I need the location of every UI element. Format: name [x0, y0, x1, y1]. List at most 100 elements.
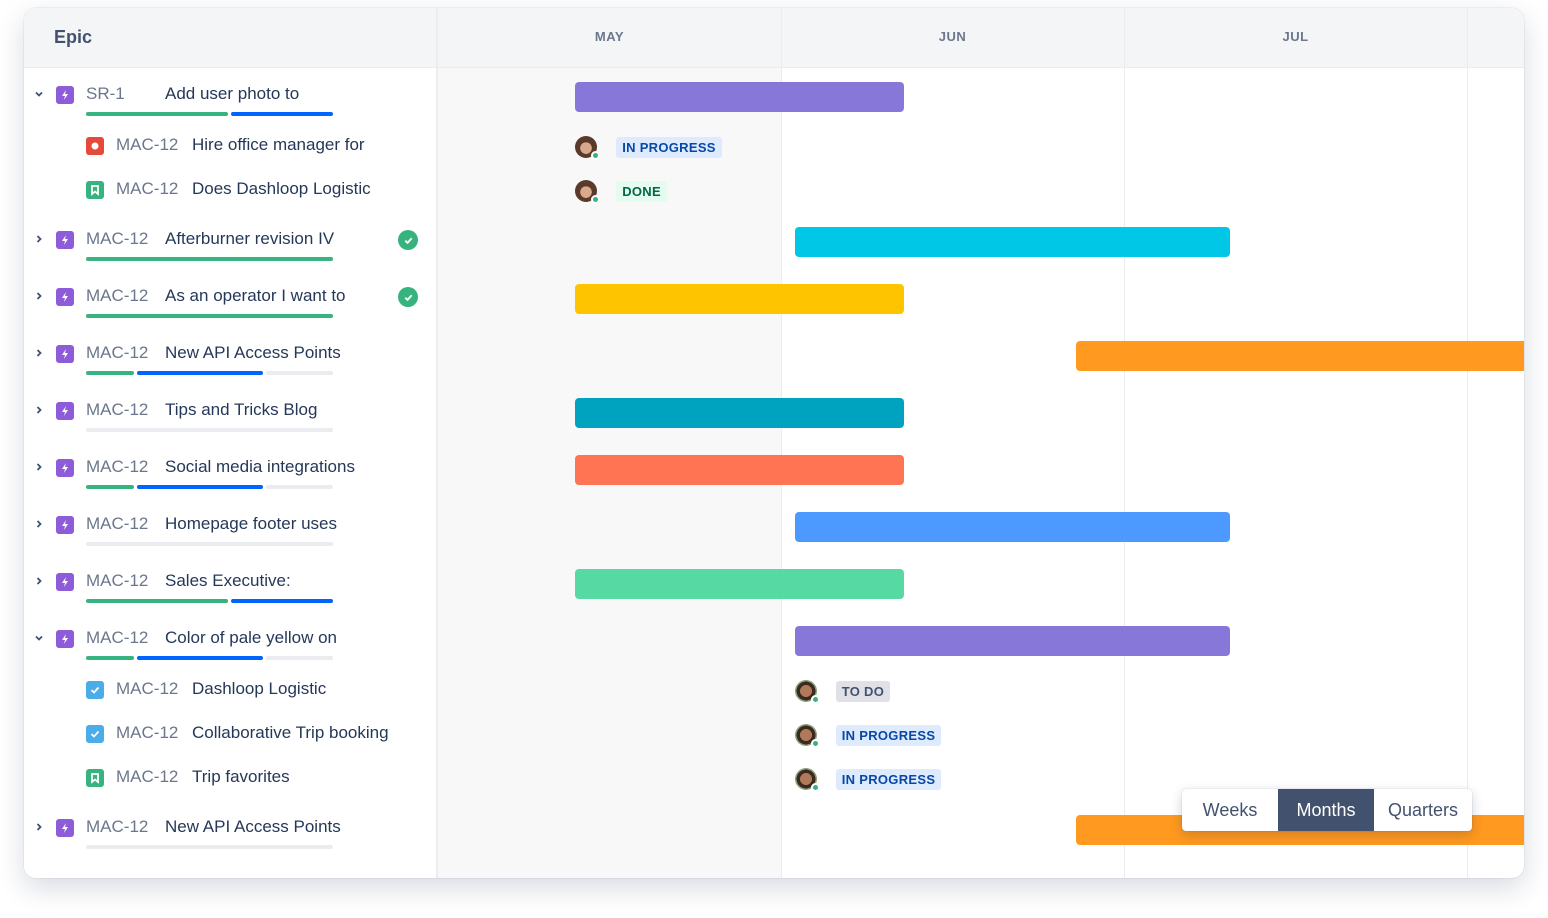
epic-row[interactable]: MAC-12 Sales Executive:	[24, 555, 438, 612]
epic-row[interactable]: MAC-12 Homepage footer uses	[24, 498, 438, 555]
epic-row[interactable]: MAC-12 Social media integrations	[24, 441, 438, 498]
view-option-weeks[interactable]: Weeks	[1182, 789, 1278, 831]
epic-icon	[56, 345, 74, 363]
epic-row[interactable]: SR-1 Add user photo to	[24, 68, 438, 125]
epic-row[interactable]: MAC-12 Afterburner revision IV	[24, 213, 438, 270]
epic-timeline-bar[interactable]	[794, 626, 1231, 656]
progress-done-segment	[86, 112, 228, 116]
progress-bar	[86, 542, 333, 546]
roadmap-card: MAY JUN JUL IN PROGRESS DONE TO DO IN PROGRES…	[24, 8, 1524, 878]
progress-inprogress-segment	[137, 371, 263, 375]
epic-row[interactable]: MAC-12 New API Access Points	[24, 327, 438, 384]
epic-row[interactable]: MAC-12 Tips and Tricks Blog	[24, 384, 438, 441]
issue-key[interactable]: MAC-12	[116, 723, 178, 743]
progress-todo-segment	[265, 656, 333, 660]
progress-inprogress-segment	[230, 112, 333, 116]
chevron-right-icon[interactable]	[32, 289, 46, 303]
issue-key[interactable]: MAC-12	[116, 679, 178, 699]
issue-title[interactable]: Hire office manager for	[192, 135, 365, 155]
issue-key[interactable]: SR-1	[86, 84, 125, 104]
progress-todo-segment	[265, 485, 333, 489]
issue-key[interactable]: MAC-12	[86, 457, 148, 477]
story-icon	[86, 181, 104, 199]
epic-timeline-bar[interactable]	[575, 284, 905, 314]
chevron-right-icon[interactable]	[32, 346, 46, 360]
progress-bar	[86, 599, 333, 603]
assignee-status: IN PROGRESS	[575, 136, 722, 160]
epic-row[interactable]: MAC-12 Color of pale yellow on	[24, 612, 438, 669]
issue-title[interactable]: Does Dashloop Logistic	[192, 179, 371, 199]
status-lozenge: DONE	[616, 180, 667, 202]
chevron-down-icon[interactable]	[32, 631, 46, 645]
issue-key[interactable]: MAC-12	[86, 400, 148, 420]
issue-row[interactable]: MAC-12 Collaborative Trip booking	[24, 713, 438, 757]
avatar[interactable]	[794, 768, 820, 792]
chevron-right-icon[interactable]	[32, 517, 46, 531]
epic-timeline-bar[interactable]	[575, 455, 905, 485]
issue-title[interactable]: Sales Executive:	[165, 571, 291, 591]
avatar[interactable]	[794, 680, 820, 704]
issue-title[interactable]: Dashloop Logistic	[192, 679, 326, 699]
avatar[interactable]	[794, 724, 820, 748]
issue-title[interactable]: New API Access Points	[165, 817, 341, 837]
avatar[interactable]	[575, 180, 601, 204]
progress-inprogress-segment	[137, 485, 263, 489]
epic-timeline-bar[interactable]	[1075, 341, 1524, 371]
issue-key[interactable]: MAC-12	[116, 767, 178, 787]
progress-bar	[86, 485, 333, 489]
chevron-right-icon[interactable]	[32, 460, 46, 474]
epic-timeline-bar[interactable]	[575, 398, 905, 428]
epic-timeline-bar[interactable]	[575, 82, 905, 112]
chevron-right-icon[interactable]	[32, 403, 46, 417]
view-switcher: Weeks Months Quarters	[1182, 789, 1472, 831]
view-option-months[interactable]: Months	[1278, 789, 1374, 831]
progress-bar	[86, 112, 333, 116]
assignee-status: IN PROGRESS	[794, 768, 942, 792]
issue-title[interactable]: Tips and Tricks Blog	[165, 400, 317, 420]
epic-timeline-bar[interactable]	[575, 569, 905, 599]
chevron-right-icon[interactable]	[32, 820, 46, 834]
issue-row[interactable]: MAC-12 Does Dashloop Logistic	[24, 169, 438, 213]
issue-title[interactable]: As an operator I want to	[165, 286, 346, 306]
epic-timeline-bar[interactable]	[794, 227, 1231, 257]
chevron-down-icon[interactable]	[32, 87, 46, 101]
progress-bar	[86, 656, 333, 660]
issue-key[interactable]: MAC-12	[86, 628, 148, 648]
issue-title[interactable]: Add user photo to	[165, 84, 299, 104]
issue-key[interactable]: MAC-12	[86, 343, 148, 363]
issue-title[interactable]: Color of pale yellow on	[165, 628, 337, 648]
progress-done-segment	[86, 371, 135, 375]
issue-title[interactable]: New API Access Points	[165, 343, 341, 363]
issue-key[interactable]: MAC-12	[86, 229, 148, 249]
issue-key[interactable]: MAC-12	[86, 514, 148, 534]
progress-done-segment	[86, 257, 333, 261]
issue-title[interactable]: Homepage footer uses	[165, 514, 337, 534]
issue-key[interactable]: MAC-12	[86, 286, 148, 306]
issue-title[interactable]: Social media integrations	[165, 457, 355, 477]
issue-key[interactable]: MAC-12	[86, 817, 148, 837]
epic-icon	[56, 402, 74, 420]
issue-row[interactable]: MAC-12 Hire office manager for	[24, 125, 438, 169]
issue-key[interactable]: MAC-12	[116, 179, 178, 199]
progress-done-segment	[86, 485, 135, 489]
issue-title[interactable]: Trip favorites	[192, 767, 290, 787]
progress-todo-segment	[265, 371, 333, 375]
epic-column-header: Epic	[24, 8, 436, 68]
issue-key[interactable]: MAC-12	[116, 135, 178, 155]
progress-bar	[86, 257, 333, 261]
view-option-quarters[interactable]: Quarters	[1374, 789, 1472, 831]
assignee-status: IN PROGRESS	[794, 724, 942, 748]
chevron-right-icon[interactable]	[32, 574, 46, 588]
chevron-right-icon[interactable]	[32, 232, 46, 246]
avatar[interactable]	[575, 136, 601, 160]
epic-row[interactable]: MAC-12 As an operator I want to	[24, 270, 438, 327]
epic-icon	[56, 288, 74, 306]
issue-row[interactable]: MAC-12 Trip favorites	[24, 757, 438, 801]
issue-title[interactable]: Afterburner revision IV	[165, 229, 334, 249]
issue-row[interactable]: MAC-12 Dashloop Logistic	[24, 669, 438, 713]
epic-timeline-bar[interactable]	[794, 512, 1231, 542]
epic-row[interactable]: MAC-12 New API Access Points	[24, 801, 438, 858]
issue-key[interactable]: MAC-12	[86, 571, 148, 591]
presence-online-icon	[810, 695, 820, 704]
issue-title[interactable]: Collaborative Trip booking	[192, 723, 389, 743]
